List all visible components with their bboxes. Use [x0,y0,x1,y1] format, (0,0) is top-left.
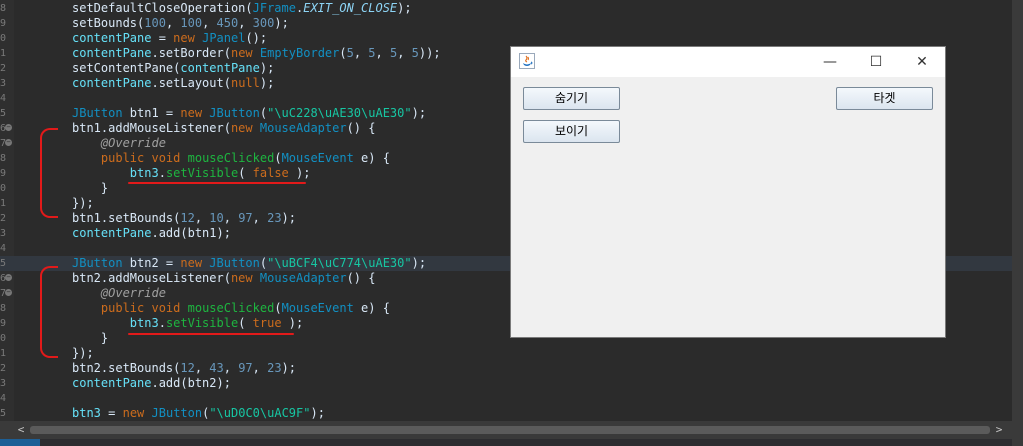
line-number: 2 [0,63,7,74]
close-button[interactable]: ✕ [899,47,945,77]
line-number: 5 [0,108,7,119]
line-number: 1 [0,198,7,209]
code-text: btn3.setVisible( false ); [129,166,311,180]
code-text: }); [72,346,94,360]
show-button[interactable]: 보이기 [523,120,620,143]
code-text: } [72,331,109,345]
line-number: 2 [0,213,7,224]
window-titlebar[interactable]: — ☐ ✕ [511,47,945,77]
line-number: 8 [0,153,7,164]
line-number: 8 [0,303,7,314]
code-line[interactable]: 9 setBounds(100, 100, 450, 300); [0,16,1012,31]
line-number: 3 [0,228,7,239]
code-text: btn2.addMouseListener(new MouseAdapter()… [72,271,376,285]
code-text: contentPane.add(btn2); [72,376,231,390]
scroll-left-icon[interactable]: < [14,423,28,437]
code-text: btn2.setBounds(12, 43, 97, 23); [72,361,296,375]
line-number: 0 [0,333,7,344]
code-text: btn3 = new JButton("\uD0C0\uAC9F"); [72,406,325,420]
code-text: @Override [100,136,166,150]
maximize-button[interactable]: ☐ [853,47,899,77]
code-line[interactable]: 8 setDefaultCloseOperation(JFrame.EXIT_ON… [0,1,1012,16]
fold-toggle-icon[interactable]: − [5,289,12,296]
status-strip-accent [0,439,40,446]
line-number: 9 [0,168,7,179]
code-text: contentPane.setLayout(null); [72,76,275,90]
target-button[interactable]: 타겟 [836,87,933,110]
hide-button[interactable]: 숨기기 [523,87,620,110]
code-text: public void mouseClicked(MouseEvent e) { [100,301,390,315]
code-text: contentPane.setBorder(new EmptyBorder(5,… [72,46,441,60]
code-text: JButton btn1 = new JButton("\uC228\uAE30… [72,106,427,120]
annotation-bracket-1 [40,128,58,218]
code-text: } [72,181,109,195]
code-line[interactable]: 3 contentPane.add(btn2); [0,376,1012,391]
vertical-scrollbar[interactable] [1012,0,1023,446]
line-number: 5 [0,408,7,419]
line-number: 4 [0,393,7,404]
line-number: 1 [0,48,7,59]
line-number: 9 [0,318,7,329]
code-text: }); [72,196,94,210]
scroll-right-icon[interactable]: > [992,423,1006,437]
code-text: btn1.addMouseListener(new MouseAdapter()… [72,121,376,135]
line-number: 3 [0,378,7,389]
line-number: 2 [0,363,7,374]
code-text: btn1.setBounds(12, 10, 97, 23); [72,211,296,225]
code-line[interactable]: 2 btn2.setBounds(12, 43, 97, 23); [0,361,1012,376]
line-number: 9 [0,18,7,29]
minimize-button[interactable]: — [807,47,853,77]
fold-toggle-icon[interactable]: − [5,124,12,131]
code-text: public void mouseClicked(MouseEvent e) { [100,151,390,165]
line-number: 8 [0,3,7,14]
annotation-underline-1 [128,182,306,184]
code-text: setDefaultCloseOperation(JFrame.EXIT_ON_… [72,1,412,15]
code-text: JButton btn2 = new JButton("\uBCF4\uC774… [72,256,427,270]
annotation-bracket-2 [40,266,58,358]
line-number: 0 [0,183,7,194]
code-text: @Override [100,286,166,300]
swing-window: — ☐ ✕ 숨기기 보이기 타겟 [510,46,946,338]
annotation-underline-2 [128,333,294,335]
line-number: 1 [0,348,7,359]
line-number: 4 [0,93,7,104]
status-strip [0,439,1012,446]
code-line[interactable]: 0 contentPane = new JPanel(); [0,31,1012,46]
line-number: 5 [0,258,7,269]
code-text: contentPane.add(btn1); [72,226,231,240]
fold-toggle-icon[interactable]: − [5,274,12,281]
line-number: 0 [0,33,7,44]
horizontal-scrollbar[interactable]: < > [0,421,1012,439]
code-text: setBounds(100, 100, 450, 300); [72,16,289,30]
code-line[interactable]: 5 btn3 = new JButton("\uD0C0\uAC9F"); [0,406,1012,421]
code-text: contentPane = new JPanel(); [72,31,268,45]
java-coffee-cup-icon [519,53,535,69]
code-line[interactable]: 4 [0,391,1012,406]
line-number: 3 [0,78,7,89]
code-line[interactable]: 1}); [0,346,1012,361]
code-text: btn3.setVisible( true ); [129,316,304,330]
code-text: setContentPane(contentPane); [72,61,275,75]
fold-toggle-icon[interactable]: − [5,139,12,146]
scroll-thumb[interactable] [30,426,990,434]
line-number: 4 [0,243,7,254]
